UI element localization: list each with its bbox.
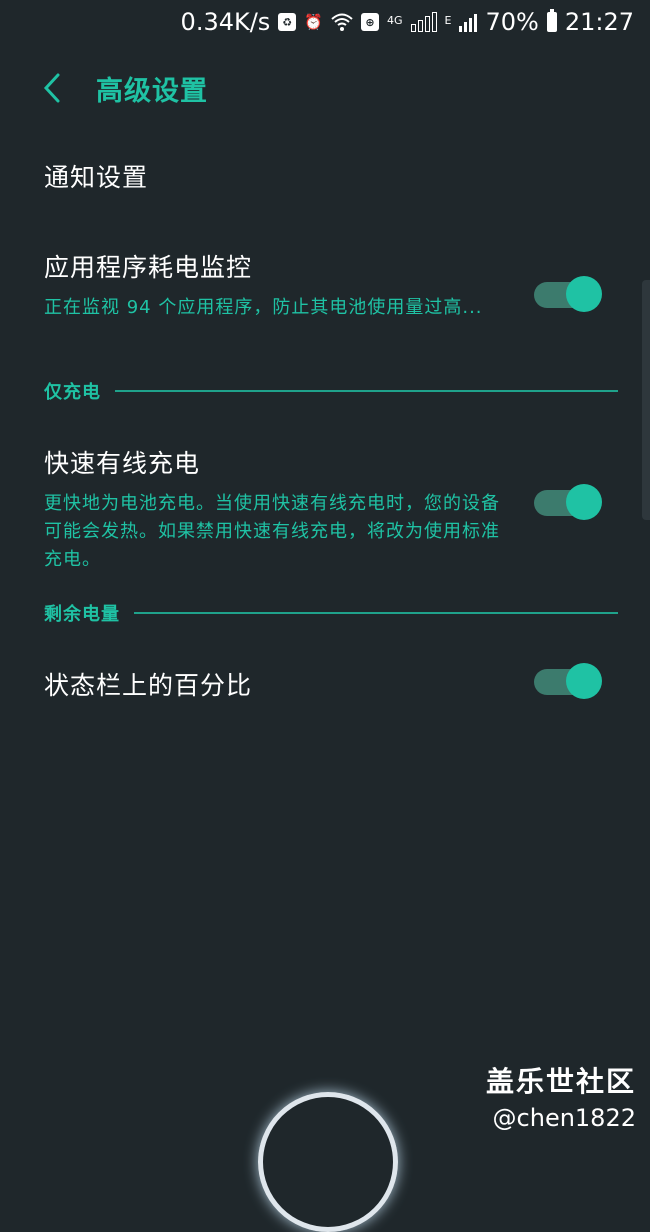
network-speed: 0.34K/s [180,8,271,36]
notification-settings-label: 通知设置 [44,163,149,192]
signal-sim2-icon [459,12,478,32]
app-power-monitor-item[interactable]: 应用程序耗电监控 正在监视 94 个应用程序，防止其电池使用量过高... [44,248,618,322]
status-percent-label: 状态栏上的百分比 [44,671,253,700]
battery-percent: 70% [485,8,539,36]
battery-icon [546,9,557,32]
fast-charging-toggle[interactable] [534,484,602,520]
section-remaining-battery-label: 剩余电量 [44,604,120,625]
page-title: 高级设置 [96,75,208,107]
divider [115,390,618,392]
watermark-user: @chen1822 [492,1104,636,1132]
notification-settings-item[interactable]: 通知设置 [44,158,618,194]
decorative-ring [258,1092,398,1232]
app-power-monitor-label: 应用程序耗电监控 [44,253,253,282]
app-bar: 高级设置 [0,58,650,118]
scrollbar[interactable] [642,280,650,520]
alarm-icon: ⏰ [304,13,323,31]
network-4g-label: 4G [387,13,403,27]
back-button[interactable] [32,68,72,108]
wifi-icon [331,10,353,34]
app-power-monitor-subtitle: 正在监视 94 个应用程序，防止其电池使用量过高... [44,297,483,318]
fast-charging-label: 快速有线充电 [44,449,201,478]
chevron-left-icon [43,73,60,103]
signal-sim1-icon [410,12,437,32]
divider [134,612,618,614]
section-charging-only: 仅充电 [44,379,618,403]
app-power-monitor-toggle[interactable] [534,276,602,312]
clock: 21:27 [564,8,634,36]
network-e-label: E [444,13,452,27]
globe-icon: ⊕ [361,13,379,31]
status-percent-toggle[interactable] [534,663,602,699]
status-percent-item[interactable]: 状态栏上的百分比 [44,666,618,702]
status-bar: 0.34K/s ♻ ⏰ ⊕ 4G E 70% 21:27 [0,0,650,44]
watermark-title: 盖乐世社区 [485,1065,636,1098]
recycle-icon: ♻ [278,13,297,31]
watermark: 盖乐世社区 @chen1822 [486,1060,636,1132]
section-remaining-battery: 剩余电量 [44,601,618,625]
fast-charging-item[interactable]: 快速有线充电 更快地为电池充电。当使用快速有线充电时，您的设备可能会发热。如果禁… [44,444,618,574]
section-charging-only-label: 仅充电 [44,382,101,403]
fast-charging-subtitle: 更快地为电池充电。当使用快速有线充电时，您的设备可能会发热。如果禁用快速有线充电… [44,493,500,570]
